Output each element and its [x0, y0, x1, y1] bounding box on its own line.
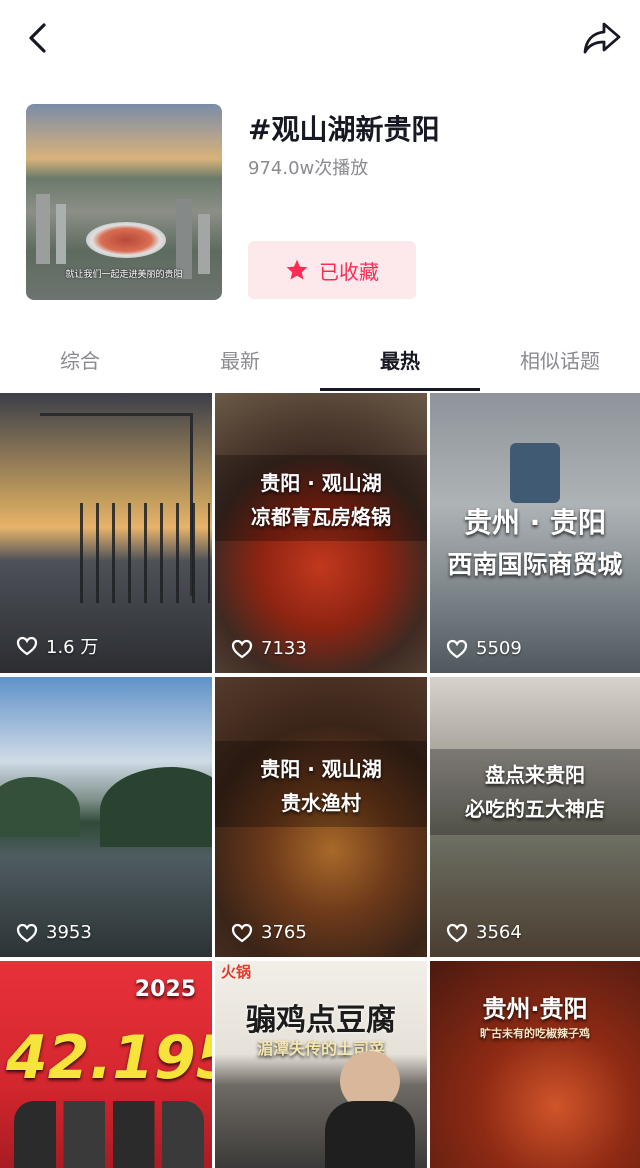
tab-comprehensive[interactable]: 综合: [0, 328, 160, 390]
heart-icon: [446, 639, 468, 658]
video-title-line: 凉都青瓦房烙锅: [251, 505, 391, 529]
video-title-line: 骟鸡点豆腐: [246, 1003, 396, 1038]
topic-header: 就让我们一起走进美丽的贵阳 #观山湖新贵阳 974.0w次播放 已收藏: [0, 90, 640, 320]
topic-title: #观山湖新贵阳: [248, 113, 440, 146]
play-count: 974.0w次播放: [248, 158, 369, 179]
like-count: 7133: [231, 638, 307, 659]
cover-caption: 就让我们一起走进美丽的贵阳: [65, 270, 183, 280]
back-button[interactable]: [14, 14, 62, 62]
video-card[interactable]: 1.6 万: [0, 393, 212, 673]
star-icon: [286, 259, 308, 280]
tab-hottest[interactable]: 最热: [320, 328, 480, 390]
video-title-line: 必吃的五大神店: [465, 797, 605, 821]
video-title-line: 西南国际商贸城: [447, 550, 623, 579]
topic-cover-image[interactable]: 就让我们一起走进美丽的贵阳: [26, 104, 222, 300]
like-count: 3953: [16, 922, 92, 943]
tab-similar-topics[interactable]: 相似话题: [480, 328, 640, 390]
like-count: 3765: [231, 922, 307, 943]
video-title-line: 2025: [134, 977, 196, 1002]
heart-icon: [16, 636, 38, 656]
video-card[interactable]: 贵州·贵阳 旷古未有的吃椒辣子鸡: [430, 961, 640, 1168]
video-card[interactable]: 火锅 骟鸡点豆腐 湄潭失传的土司菜: [215, 961, 427, 1168]
like-count: 3564: [446, 922, 522, 943]
heart-icon: [231, 923, 253, 942]
video-card[interactable]: 贵州 · 贵阳 西南国际商贸城 5509: [430, 393, 640, 673]
video-card[interactable]: 贵阳 · 观山湖 凉都青瓦房烙锅 7133: [215, 393, 427, 673]
like-count: 1.6 万: [16, 633, 98, 659]
video-card[interactable]: 贵阳 · 观山湖 贵水渔村 3765: [215, 677, 427, 957]
tab-bar: 综合 最新 最热 相似话题: [0, 328, 640, 392]
active-tab-indicator: [320, 388, 480, 391]
video-card[interactable]: 盘点来贵阳 必吃的五大神店 3564: [430, 677, 640, 957]
heart-icon: [231, 639, 253, 658]
video-title-line: 湄潭失传的土司菜: [256, 1039, 385, 1058]
video-title-line: 贵州 · 贵阳: [463, 506, 607, 539]
tab-latest[interactable]: 最新: [160, 328, 320, 390]
video-title-line: 火锅: [221, 963, 252, 981]
video-title-line: 42.195: [6, 1023, 212, 1093]
top-bar: [0, 0, 640, 80]
video-title-line: 贵州·贵阳: [482, 995, 588, 1023]
video-card[interactable]: 3953: [0, 677, 212, 957]
video-title-line: 贵阳 · 观山湖: [260, 757, 382, 781]
collect-button[interactable]: 已收藏: [248, 241, 416, 299]
video-title-line: 贵水渔村: [281, 791, 361, 815]
share-button[interactable]: [578, 14, 626, 62]
heart-icon: [16, 923, 38, 942]
video-card[interactable]: 2025 42.195: [0, 961, 212, 1168]
video-grid: 1.6 万 贵阳 · 观山湖 凉都青瓦房烙锅 7133 贵州 · 贵阳 西南国际…: [0, 393, 640, 1168]
video-title-line: 旷古未有的吃椒辣子鸡: [480, 1027, 590, 1040]
video-title-line: 盘点来贵阳: [485, 763, 585, 787]
heart-icon: [446, 923, 468, 942]
like-count: 5509: [446, 638, 522, 659]
video-title-line: 贵阳 · 观山湖: [260, 471, 382, 495]
collect-label: 已收藏: [319, 259, 379, 284]
chevron-left-icon: [29, 23, 46, 53]
share-icon: [583, 22, 621, 54]
